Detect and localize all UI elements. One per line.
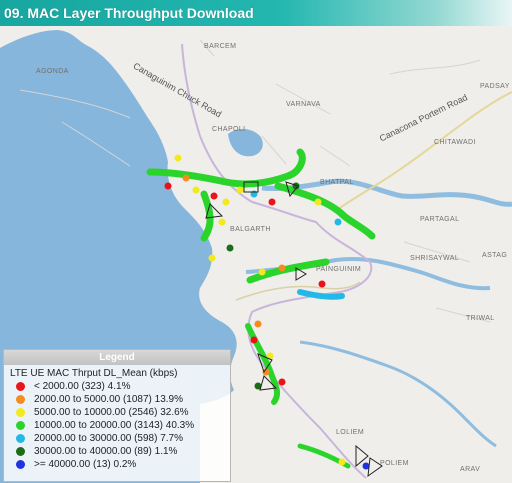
panel-title: 09. MAC Layer Throughput Download [4, 5, 254, 21]
place-label: TRIWAL [466, 315, 495, 322]
legend-item: < 2000.00 (323) 4.1% [4, 380, 230, 393]
place-label: PARTAGAL [420, 216, 460, 223]
place-label: BHATPAL [320, 179, 354, 186]
map-report-panel: 09. MAC Layer Throughput Download AGONDA… [0, 0, 512, 483]
legend-swatch [16, 447, 25, 456]
legend-item: 10000.00 to 20000.00 (3143) 40.3% [4, 419, 230, 432]
place-label: PADSAY [480, 83, 510, 90]
legend-swatch [16, 460, 25, 469]
place-label: VARNAVA [286, 101, 321, 108]
legend-header: Legend [4, 350, 230, 365]
legend-swatch [16, 434, 25, 443]
legend-label: 5000.00 to 10000.00 (2546) 32.6% [34, 407, 189, 418]
place-label: CHITAWADI [434, 139, 476, 146]
legend-item: >= 40000.00 (13) 0.2% [4, 458, 230, 471]
legend-items: < 2000.00 (323) 4.1% 2000.00 to 5000.00 (… [4, 380, 230, 471]
place-label: ASTAG [482, 252, 508, 259]
legend-title: LTE UE MAC Thrput DL_Mean (kbps) [10, 368, 178, 379]
place-label: ARAV [460, 466, 481, 473]
legend-label: 30000.00 to 40000.00 (89) 1.1% [34, 446, 178, 457]
legend-label: >= 40000.00 (13) 0.2% [34, 459, 137, 470]
place-label: SHRISAYWAL [410, 255, 460, 262]
place-label: PAINGUINIM [316, 266, 362, 273]
place-label: CHAPOLI [212, 126, 246, 133]
map-legend: Legend LTE UE MAC Thrput DL_Mean (kbps) … [3, 349, 231, 482]
legend-label: 10000.00 to 20000.00 (3143) 40.3% [34, 420, 195, 431]
place-label: AGONDA [36, 68, 69, 75]
legend-item: 5000.00 to 10000.00 (2546) 32.6% [4, 406, 230, 419]
legend-item: 30000.00 to 40000.00 (89) 1.1% [4, 445, 230, 458]
legend-label: 20000.00 to 30000.00 (598) 7.7% [34, 433, 184, 444]
place-label: LOLIEM [336, 429, 365, 436]
place-label: BALGARTH [230, 226, 271, 233]
title-bar: 09. MAC Layer Throughput Download [0, 0, 512, 26]
legend-label: < 2000.00 (323) 4.1% [34, 381, 131, 392]
legend-swatch [16, 421, 25, 430]
legend-swatch [16, 395, 25, 404]
legend-item: 2000.00 to 5000.00 (1087) 13.9% [4, 393, 230, 406]
place-label: POLIEM [380, 460, 409, 467]
place-label: BARCEM [204, 43, 237, 50]
legend-label: 2000.00 to 5000.00 (1087) 13.9% [34, 394, 184, 405]
legend-swatch [16, 408, 25, 417]
legend-item: 20000.00 to 30000.00 (598) 7.7% [4, 432, 230, 445]
legend-swatch [16, 382, 25, 391]
